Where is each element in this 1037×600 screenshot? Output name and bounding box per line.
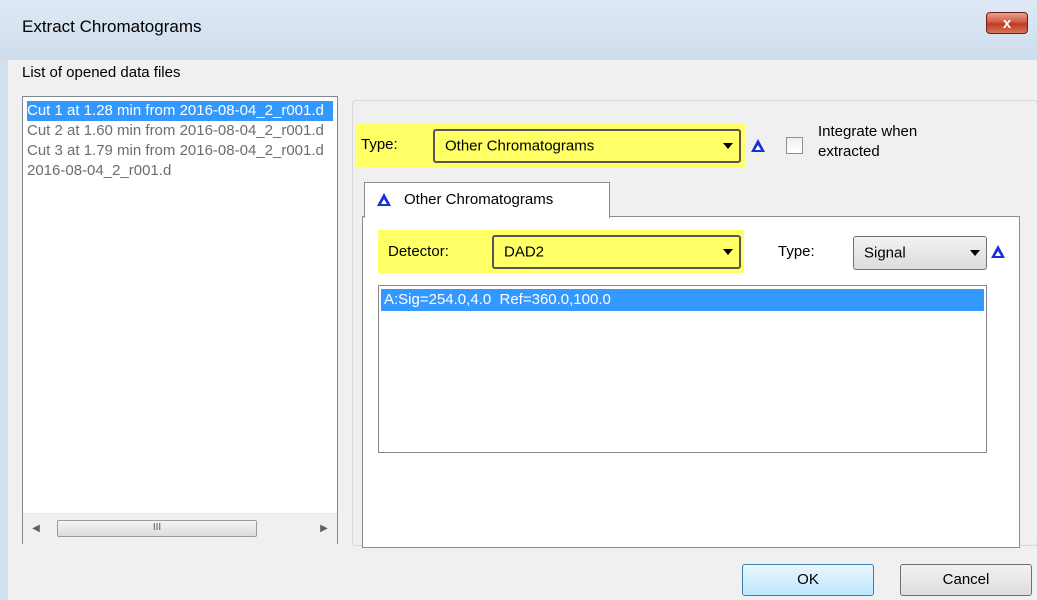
scroll-thumb[interactable]: III xyxy=(57,520,257,537)
detector-label: Detector: xyxy=(388,243,449,260)
scroll-left-arrow-icon[interactable]: ◀ xyxy=(23,514,49,544)
file-list[interactable]: Cut 1 at 1.28 min from 2016-08-04_2_r001… xyxy=(22,96,338,544)
file-list-item[interactable]: 2016-08-04_2_r001.d xyxy=(27,161,333,181)
file-list-item[interactable]: Cut 2 at 1.60 min from 2016-08-04_2_r001… xyxy=(27,121,333,141)
integrate-label-line2: extracted xyxy=(818,143,880,160)
chevron-down-icon xyxy=(970,250,980,256)
integrate-label-line1: Integrate when xyxy=(818,123,918,140)
type-label: Type: xyxy=(361,136,398,153)
blue-triangle-icon xyxy=(377,193,391,206)
type-dropdown[interactable]: Other Chromatograms xyxy=(433,129,741,163)
close-button[interactable]: x xyxy=(986,12,1028,34)
chevron-down-icon xyxy=(723,249,733,255)
signal-list-item[interactable]: A:Sig=254.0,4.0 Ref=360.0,100.0 xyxy=(381,289,984,311)
window-title: Extract Chromatograms xyxy=(22,17,202,36)
signal-type-dropdown-value: Signal xyxy=(864,244,906,262)
type-dropdown-value: Other Chromatograms xyxy=(445,137,595,155)
ok-button[interactable]: OK xyxy=(742,564,874,596)
tab-label: Other Chromatograms xyxy=(404,191,554,208)
file-list-horizontal-scrollbar[interactable]: ◀ III ▶ xyxy=(23,513,337,544)
file-list-label: List of opened data files xyxy=(22,64,181,81)
signal-list[interactable]: A:Sig=254.0,4.0 Ref=360.0,100.0 xyxy=(378,285,987,453)
file-list-item[interactable]: Cut 1 at 1.28 min from 2016-08-04_2_r001… xyxy=(27,101,333,121)
detector-dropdown-value: DAD2 xyxy=(504,243,545,261)
scroll-right-arrow-icon[interactable]: ▶ xyxy=(311,514,337,544)
integrate-checkbox[interactable] xyxy=(786,137,803,154)
file-list-item[interactable]: Cut 3 at 1.79 min from 2016-08-04_2_r001… xyxy=(27,141,333,161)
detector-dropdown[interactable]: DAD2 xyxy=(492,235,741,269)
cancel-button[interactable]: Cancel xyxy=(900,564,1032,596)
signal-type-dropdown[interactable]: Signal xyxy=(853,236,987,270)
signal-type-label: Type: xyxy=(778,243,815,260)
chevron-down-icon xyxy=(723,143,733,149)
blue-triangle-icon[interactable] xyxy=(751,139,765,152)
blue-triangle-icon[interactable] xyxy=(991,245,1005,258)
